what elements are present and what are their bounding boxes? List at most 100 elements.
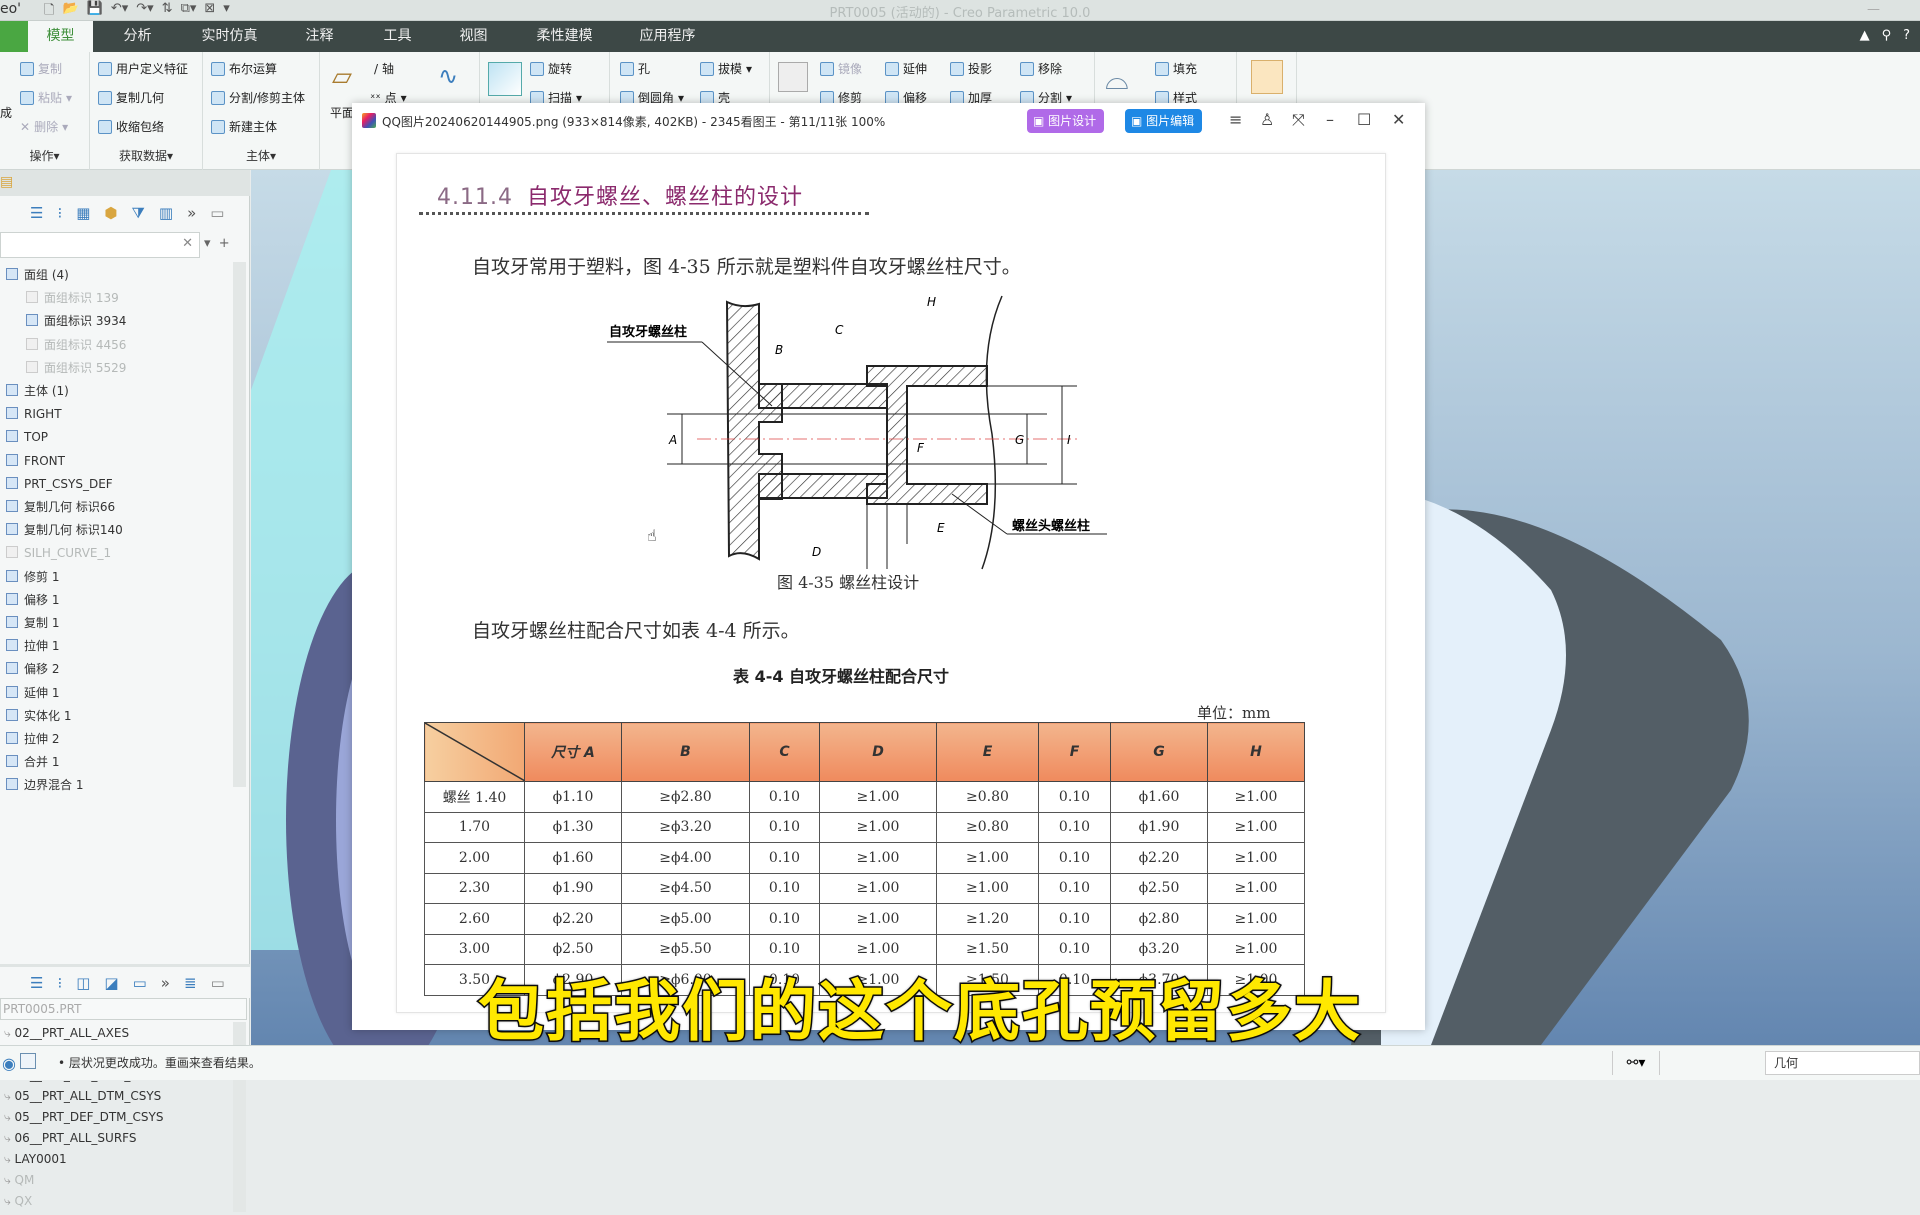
copy-geometry-button[interactable]: 复制几何 [98,89,164,106]
tab-live-simulation[interactable]: 实时仿真 [192,21,267,52]
tree-item[interactable]: 面组 (4) [6,264,69,286]
layer-item[interactable]: ⤷ QM [4,1169,34,1191]
tree-settings-icon[interactable]: ☰ [30,204,43,222]
search-dropdown-icon[interactable]: ▾ [204,236,211,251]
copy-button[interactable]: 复制 [20,60,62,77]
sketch-icon[interactable]: ∿ [438,62,458,90]
tree-item[interactable]: 实体化 1 [6,705,71,727]
layer-item[interactable]: ⤷ 06__PRT_ALL_SURFS [4,1127,136,1149]
remove-button[interactable]: 移除 [1020,60,1062,77]
tree-search-input[interactable]: ✕ [0,232,200,258]
image-design-button[interactable]: ▣ 图片设计 [1027,109,1105,133]
tree-item[interactable]: 偏移 2 [6,658,59,680]
udf-button[interactable]: 用户定义特征 [98,60,188,77]
layer-show-icon[interactable]: ◫ [76,974,90,992]
component-interface-icon[interactable] [1251,60,1283,94]
group-label-get-data[interactable]: 获取数据▾ [90,147,202,164]
report-icon[interactable]: ▭ [210,204,224,222]
tree-item[interactable]: 拉伸 2 [6,728,59,750]
hole-button[interactable]: 孔 [620,60,650,77]
extend-button[interactable]: 延伸 [885,60,927,77]
tree-item[interactable]: FRONT [6,450,65,472]
tree-item[interactable]: 主体 (1) [6,380,69,402]
image-edit-button[interactable]: ▣ 图片编辑 [1125,109,1203,133]
layer-settings-icon[interactable]: ☰ [30,974,43,992]
tree-item[interactable]: SILH_CURVE_1 [6,542,111,564]
tree-item[interactable]: 面组标识 5529 [26,357,126,379]
layer-isolate-icon[interactable]: ▭ [133,974,147,992]
tab-flexible-modeling[interactable]: 柔性建模 [527,21,602,52]
shrinkwrap-button[interactable]: 收缩包络 [98,118,164,135]
project-button[interactable]: 投影 [950,60,992,77]
tab-model[interactable]: 模型 [28,21,93,52]
tab-analysis[interactable]: 分析 [110,21,165,52]
boundary-blend-icon[interactable]: ⌓ [1105,62,1129,97]
tree-item[interactable]: 面组标识 139 [26,287,119,309]
tree-item[interactable]: 合并 1 [6,751,59,773]
tree-item[interactable]: 复制 1 [6,612,59,634]
status-toggle-icon[interactable]: ◉ [2,1054,16,1073]
split-body-button[interactable]: 分割/修剪主体 [211,89,305,106]
plane-icon[interactable]: ▱ [332,62,352,92]
plane-button[interactable]: 平面 [330,104,354,121]
minimize-button[interactable]: — [1867,2,1880,17]
mirror-button[interactable]: 镜像 [820,60,862,77]
boolean-button[interactable]: 布尔运算 [211,60,277,77]
revolve-button[interactable]: 旋转 [530,60,572,77]
full-screen-toggle-icon[interactable] [20,1053,36,1069]
layer-info-icon[interactable]: ▭ [211,974,225,992]
layer-properties-icon[interactable]: ≣ [184,974,197,992]
layer-filter-icon[interactable]: ⁝ [57,974,62,992]
tree-item[interactable]: TOP [6,426,48,448]
layer-hide-icon[interactable]: ◪ [104,974,118,992]
favorites-icon[interactable]: ⬢ [104,204,117,222]
draft-button[interactable]: 拔模 ▾ [700,60,752,77]
fullscreen-icon[interactable]: ⤧ [1292,110,1305,130]
tree-item[interactable]: RIGHT [6,403,62,425]
tree-item[interactable]: 复制几何 标识140 [6,519,123,541]
menu-icon[interactable]: ≡ [1229,110,1242,129]
tree-item[interactable]: 修剪 1 [6,566,59,588]
tree-item[interactable]: 面组标识 4456 [26,334,126,356]
layer-item[interactable]: ⤷ 05__PRT_DEF_DTM_CSYS [4,1106,163,1128]
more-icon[interactable]: » [187,204,196,222]
group-label-operations[interactable]: 操作▾ [0,147,89,164]
maximize-icon[interactable]: ☐ [1357,110,1371,129]
tab-file[interactable] [0,21,28,52]
collapse-ribbon-icon[interactable]: ▲ [1860,28,1870,43]
add-icon[interactable]: + [219,236,230,251]
layer-item[interactable]: ⤷ 02__PRT_ALL_AXES [4,1022,129,1044]
tree-columns-icon[interactable]: ▥ [159,204,173,222]
tree-scrollbar[interactable] [233,262,246,787]
tab-applications[interactable]: 应用程序 [630,21,705,52]
group-label-body[interactable]: 主体▾ [203,147,319,164]
tree-item[interactable]: PRT_CSYS_DEF [6,473,113,495]
clear-search-icon[interactable]: ✕ [182,236,193,251]
delete-button[interactable]: ✕ 删除 ▾ [20,118,68,135]
selection-filter[interactable]: 几何 [1765,1051,1920,1075]
axis-button[interactable]: / 轴 [374,60,394,77]
tab-annotate[interactable]: 注释 [292,21,347,52]
tree-filter-dropdown-icon[interactable]: ⧩ [132,204,145,222]
layer-model-select[interactable]: PRT0005.PRT [0,998,247,1020]
tab-tools[interactable]: 工具 [370,21,425,52]
layer-item[interactable]: ⤷ 05__PRT_ALL_DTM_CSYS [4,1085,161,1107]
layer-item[interactable]: ⤷ QX [4,1190,32,1212]
show-columns-icon[interactable]: ▦ [76,204,90,222]
minimize-icon[interactable]: – [1326,110,1334,129]
search-icon[interactable]: ⚲ [1882,28,1892,43]
pattern-icon[interactable] [778,62,808,92]
new-body-button[interactable]: 新建主体 [211,118,277,135]
tree-item[interactable]: 边界混合 1 [6,774,83,796]
tree-item[interactable]: 偏移 1 [6,589,59,611]
tab-view[interactable]: 视图 [446,21,501,52]
tree-item[interactable]: 延伸 1 [6,682,59,704]
find-button[interactable]: ⚯▾ [1612,1051,1660,1075]
close-icon[interactable]: ✕ [1392,110,1405,129]
tree-item[interactable]: 复制几何 标识66 [6,496,115,518]
tree-item[interactable]: 拉伸 1 [6,635,59,657]
paste-button[interactable]: 粘贴 ▾ [20,89,72,106]
layer-more-icon[interactable]: » [161,974,170,992]
layer-item[interactable]: ⤷ LAY0001 [4,1148,67,1170]
regenerate-button[interactable]: 成 [0,104,12,121]
